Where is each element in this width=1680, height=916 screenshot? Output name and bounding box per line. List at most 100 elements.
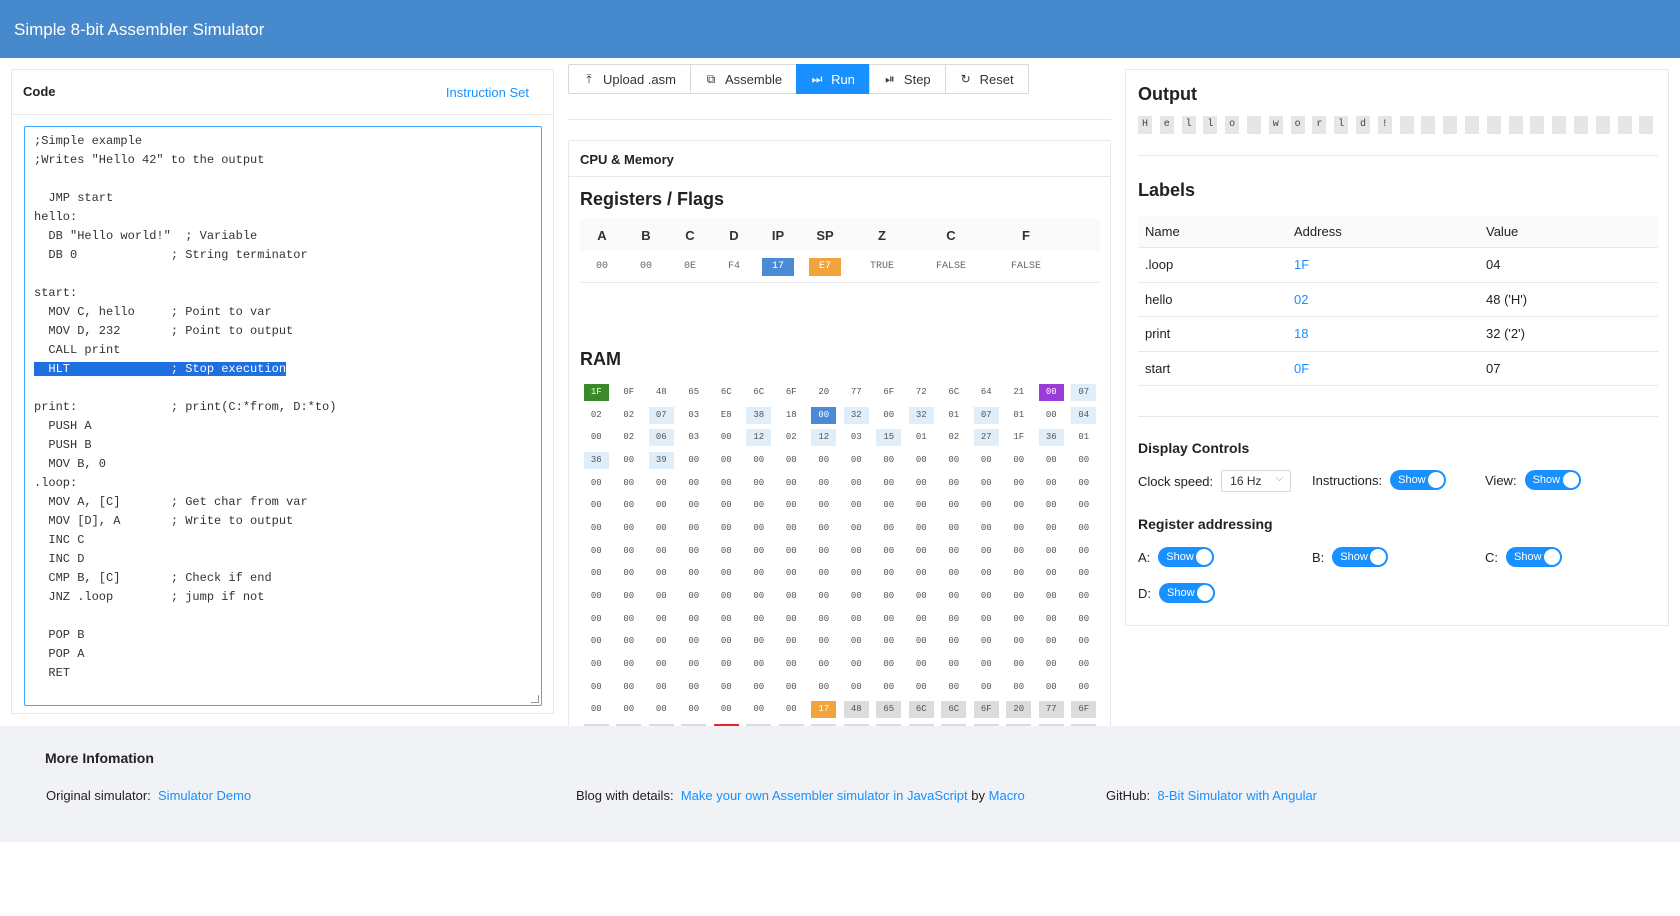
ram-byte: 00 — [623, 704, 635, 715]
ram-byte: 00 — [1045, 545, 1057, 556]
ram-byte: 00 — [1013, 500, 1025, 511]
ram-cell: 00 — [938, 497, 971, 514]
ram-cell: 00 — [580, 588, 613, 605]
ram-cell: 00 — [613, 633, 646, 650]
code-editor[interactable]: ;Simple example ;Writes "Hello 42" to the… — [24, 126, 542, 706]
ram-byte: 00 — [1013, 568, 1025, 579]
footer-blog-label: Blog with details — [576, 788, 670, 803]
ram-cell: 00 — [938, 588, 971, 605]
output-char: l — [1334, 116, 1349, 134]
ram-cell: 00 — [905, 543, 938, 560]
ram-cell: 02 — [613, 407, 646, 424]
ram-cell: 00 — [1035, 497, 1068, 514]
assemble-button[interactable]: ⧉ Assemble — [689, 64, 798, 94]
ram-byte: 00 — [753, 454, 765, 465]
reg-addr-a-toggle[interactable]: Show — [1158, 547, 1215, 567]
ram-byte: 48 — [655, 386, 667, 397]
code-panel-title: Code — [23, 84, 56, 99]
blog-link[interactable]: Make your own Assembler simulator in Jav… — [681, 788, 968, 803]
ram-byte: 72 — [915, 386, 927, 397]
ram-byte: 00 — [720, 454, 732, 465]
ram-byte: 00 — [720, 704, 732, 715]
upload-button[interactable]: ⤒ Upload .asm — [568, 64, 691, 94]
code-line-text: CMP B, [C] ; Check if end — [34, 571, 272, 585]
ram-cell: 00 — [1068, 497, 1101, 514]
code-panel-header: Code Instruction Set — [12, 70, 553, 115]
ram-row: 02 02 07 03 E8 38 18 00 32 00 32 01 07 01 00 04 — [580, 404, 1100, 427]
ram-cell: 00 — [1003, 565, 1036, 582]
ram-cell: 00 — [1068, 543, 1101, 560]
ram-byte: 00 — [753, 681, 765, 692]
ram-cell: 00 — [1068, 475, 1101, 492]
step-button[interactable]: ⏯ Step — [868, 64, 946, 94]
ram-cell: 00 — [873, 633, 906, 650]
code-line: HLT ; Stop execution — [34, 360, 532, 379]
ram-cell: 32 — [905, 406, 938, 424]
ram-cell: 77 — [1035, 701, 1068, 719]
ram-byte: 03 — [688, 409, 700, 420]
code-line: PUSH B — [34, 436, 532, 455]
label-address-link[interactable]: 02 — [1287, 292, 1479, 307]
ram-byte: 00 — [818, 659, 830, 670]
ram-cell: 00 — [1035, 407, 1068, 424]
code-line: JNZ .loop ; jump if not — [34, 588, 532, 607]
ram-cell: 00 — [970, 543, 1003, 560]
ram-byte: 00 — [753, 545, 765, 556]
instructions-control: Instructions: Show — [1312, 470, 1447, 490]
ram-cell: 00 — [840, 565, 873, 582]
code-line: ;Simple example — [34, 132, 532, 151]
ram-cell: E8 — [710, 407, 743, 424]
ram-byte: 00 — [915, 545, 927, 556]
ram-cell: 00 — [808, 656, 841, 673]
github-link[interactable]: 8-Bit Simulator with Angular — [1157, 788, 1317, 803]
ram-byte: 00 — [753, 568, 765, 579]
resize-handle-icon[interactable] — [531, 695, 539, 703]
instruction-set-link[interactable]: Instruction Set — [446, 85, 529, 100]
ram-cell: 00 — [645, 633, 678, 650]
ram-cell: 00 — [678, 588, 711, 605]
view-toggle[interactable]: Show — [1524, 470, 1581, 490]
author-link[interactable]: Macro — [989, 788, 1025, 803]
code-line-text: PUSH B — [34, 438, 92, 452]
label-address-link[interactable]: 1F — [1287, 257, 1479, 272]
clock-speed-select[interactable]: 16 Hz ⌵ — [1221, 470, 1292, 492]
ram-cell: 03 — [678, 429, 711, 446]
ram-cell: 00 — [678, 520, 711, 537]
ram-byte: 00 — [1078, 522, 1090, 533]
label-address-link[interactable]: 18 — [1287, 326, 1479, 341]
display-controls-title: Display Controls — [1138, 440, 1250, 456]
run-button[interactable]: ⏭ Run — [796, 64, 870, 94]
reset-button[interactable]: ↻ Reset — [944, 64, 1029, 94]
ram-row: 00 00 00 00 00 00 00 00 00 00 00 00 00 00 00 00 — [580, 540, 1100, 563]
ram-byte: 02 — [623, 409, 635, 420]
instructions-toggle[interactable]: Show — [1390, 470, 1447, 490]
simulator-demo-link[interactable]: Simulator Demo — [158, 788, 251, 803]
reg-addr-d-toggle[interactable]: Show — [1159, 583, 1216, 603]
ram-byte: 00 — [720, 659, 732, 670]
register-name: D — [729, 227, 739, 243]
ram-cell: 00 — [1035, 633, 1068, 650]
ram-row: 00 00 00 00 00 00 00 00 00 00 00 00 00 00 00 00 — [580, 472, 1100, 495]
ram-byte: 00 — [818, 636, 830, 647]
ram-cell: 00 — [743, 588, 776, 605]
ram-byte: 00 — [850, 500, 862, 511]
ram-byte: 00 — [1078, 477, 1090, 488]
ram-byte: 07 — [648, 406, 674, 424]
code-line-text: HLT ; Stop execution — [34, 362, 287, 376]
ram-byte: 00 — [980, 659, 992, 670]
label-address-link[interactable]: 0F — [1287, 361, 1479, 376]
toggle-knob — [1562, 472, 1579, 488]
ram-cell: 00 — [873, 656, 906, 673]
output-char: w — [1268, 116, 1283, 134]
ram-byte: 00 — [688, 636, 700, 647]
ram-byte: 6C — [753, 386, 765, 397]
ram-byte: 00 — [1078, 454, 1090, 465]
register-value: FALSE — [935, 260, 966, 272]
reg-addr-c-toggle[interactable]: Show — [1506, 547, 1563, 567]
ram-byte: 00 — [720, 636, 732, 647]
ram-cell: 00 — [775, 701, 808, 718]
reg-addr-b-toggle[interactable]: Show — [1332, 547, 1389, 567]
ram-cell: 36 — [580, 451, 613, 469]
code-line-text: MOV C, hello ; Point to var — [34, 305, 272, 319]
